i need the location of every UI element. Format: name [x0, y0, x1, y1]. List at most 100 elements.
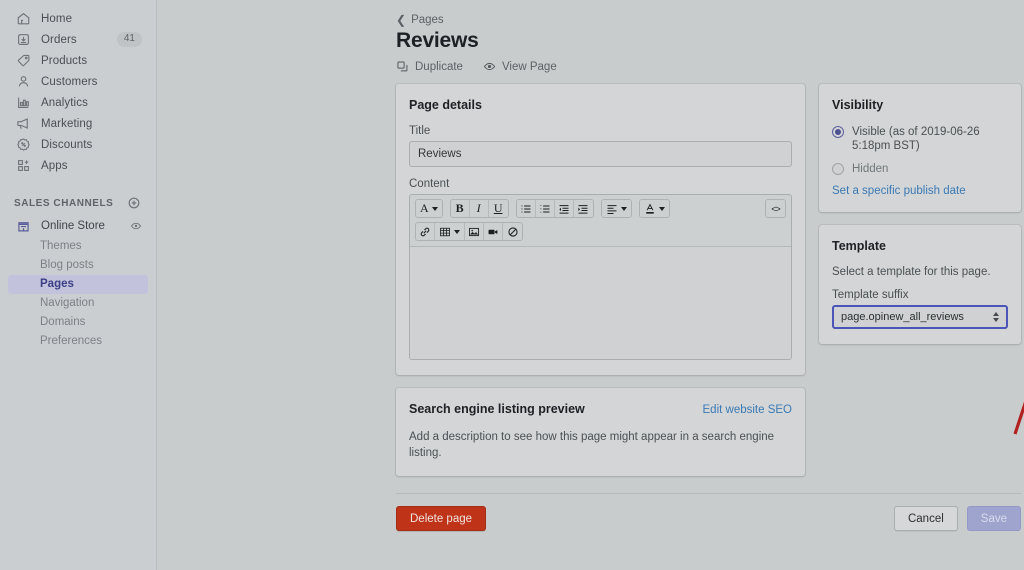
- sidebar-item-themes[interactable]: Themes: [8, 237, 148, 256]
- video-icon[interactable]: [484, 223, 503, 240]
- underline-icon[interactable]: U: [488, 200, 508, 217]
- page-layout: Page details Title Content: [396, 84, 1021, 489]
- radio-visible[interactable]: [832, 126, 844, 138]
- apps-grid-plus-icon: [14, 157, 32, 175]
- sidebar-item-domains[interactable]: Domains: [8, 313, 148, 332]
- sidebar-item-analytics[interactable]: Analytics: [8, 92, 148, 113]
- eye-icon[interactable]: [130, 220, 142, 232]
- edit-website-seo-link[interactable]: Edit website SEO: [703, 404, 792, 416]
- marketing-megaphone-icon: [14, 115, 32, 133]
- content-field-label: Content: [409, 178, 450, 190]
- italic-icon[interactable]: I: [469, 200, 489, 217]
- card-title: Template: [832, 239, 886, 253]
- sidebar-item-products[interactable]: Products: [8, 50, 148, 71]
- view-page-button[interactable]: View Page: [483, 60, 557, 73]
- sales-channels-section-header: SALES CHANNELS: [14, 194, 148, 212]
- page-details-card: Page details Title Content: [396, 84, 805, 375]
- font-family-A-icon[interactable]: A: [416, 200, 442, 217]
- breadcrumb[interactable]: ❮ Pages: [396, 14, 1021, 27]
- template-suffix-select-wrap: page.opinew_all_reviews: [832, 305, 1008, 329]
- content-field-block: Content A B I U <>: [409, 178, 792, 360]
- sidebar-item-label: Marketing: [41, 117, 93, 130]
- sidebar-item-preferences[interactable]: Preferences: [8, 332, 148, 351]
- seo-description: Add a description to see how this page m…: [409, 431, 775, 459]
- visibility-option-hidden[interactable]: Hidden: [832, 162, 1008, 176]
- sidebar-item-label: Customers: [41, 75, 98, 88]
- sidebar-item-marketing[interactable]: Marketing: [8, 113, 148, 134]
- card-title: Search engine listing preview: [409, 402, 585, 416]
- toolbar-group-lists: [515, 199, 594, 218]
- products-tag-icon: [14, 52, 32, 70]
- rich-text-editor[interactable]: A B I U <>: [409, 194, 792, 360]
- sidebar-item-label: Discounts: [41, 138, 93, 151]
- footer-right-actions: Cancel Save: [893, 506, 1021, 531]
- template-suffix-value: page.opinew_all_reviews: [841, 311, 964, 323]
- table-icon[interactable]: [435, 223, 465, 240]
- duplicate-button[interactable]: Duplicate: [396, 60, 463, 73]
- title-field-label: Title: [409, 125, 431, 137]
- toolbar-row-1: A B I U <>: [415, 199, 786, 218]
- toolbar-group-color: [638, 199, 670, 218]
- numbered-list-icon[interactable]: [535, 200, 555, 217]
- radio-label: Visible (as of 2019-06-26 5:18pm BST): [852, 126, 980, 152]
- sidebar-item-navigation[interactable]: Navigation: [8, 294, 148, 313]
- template-suffix-select[interactable]: page.opinew_all_reviews: [832, 305, 1008, 329]
- bulleted-list-icon[interactable]: [516, 200, 536, 217]
- eye-icon: [483, 60, 496, 73]
- storefront-icon: [14, 217, 32, 235]
- page-title: Reviews: [396, 29, 479, 52]
- page-footer-actions: Delete page Cancel Save: [396, 494, 1021, 531]
- primary-column: Page details Title Content: [396, 84, 805, 489]
- sidebar-item-customers[interactable]: Customers: [8, 71, 148, 92]
- customers-person-icon: [14, 73, 32, 91]
- secondary-column: Visibility Visible (as of 2019-06-26 5:1…: [819, 84, 1021, 357]
- editor-content-area[interactable]: [410, 247, 791, 359]
- indent-icon[interactable]: [573, 200, 593, 217]
- image-icon[interactable]: [465, 223, 484, 240]
- outdent-icon[interactable]: [554, 200, 574, 217]
- action-label: Duplicate: [415, 60, 463, 73]
- visibility-card: Visibility Visible (as of 2019-06-26 5:1…: [819, 84, 1021, 212]
- sidebar-item-discounts[interactable]: Discounts: [8, 134, 148, 155]
- toolbar-group-align: [600, 199, 632, 218]
- sidebar-item-label: Home: [41, 12, 73, 25]
- action-label: View Page: [501, 60, 557, 73]
- clear-formatting-icon[interactable]: [503, 223, 522, 240]
- toolbar-group-font: A: [415, 199, 443, 218]
- set-publish-date-link[interactable]: Set a specific publish date: [832, 185, 1008, 197]
- main-content-area: ❮ Pages Reviews Duplicate View Page Page…: [157, 0, 1024, 570]
- shopify-admin-window: Home Orders 41 Products Customers Analyt…: [0, 0, 1024, 570]
- sidebar-item-home[interactable]: Home: [8, 8, 148, 29]
- sidebar-item-pages[interactable]: Pages: [8, 275, 148, 294]
- text-color-icon[interactable]: [639, 200, 669, 217]
- duplicate-icon: [396, 60, 409, 73]
- sidebar-item-label: Orders: [41, 33, 77, 46]
- sidebar-item-label: Analytics: [41, 96, 88, 109]
- sidebar-item-apps[interactable]: Apps: [8, 155, 148, 176]
- cancel-button[interactable]: Cancel: [893, 506, 958, 531]
- radio-label: Hidden: [852, 163, 889, 175]
- plus-circle-icon[interactable]: [128, 197, 148, 209]
- seo-preview-card: Search engine listing preview Edit websi…: [396, 388, 805, 476]
- seo-card-header: Search engine listing preview Edit websi…: [409, 402, 792, 416]
- select-stepper-icon: [993, 312, 999, 322]
- toolbar-row-2: [415, 222, 786, 241]
- align-icon[interactable]: [601, 200, 631, 217]
- code-view-icon[interactable]: <>: [766, 200, 785, 217]
- radio-hidden[interactable]: [832, 163, 844, 175]
- sidebar-item-blog-posts[interactable]: Blog posts: [8, 256, 148, 275]
- title-input[interactable]: [409, 141, 792, 167]
- template-suffix-label: Template suffix: [832, 289, 909, 301]
- sidebar-item-orders[interactable]: Orders 41: [8, 29, 148, 50]
- template-card: Template Select a template for this page…: [819, 225, 1021, 344]
- sidebar-item-label: Products: [41, 54, 88, 67]
- page-action-row: Duplicate View Page: [396, 60, 1021, 73]
- template-help-text: Select a template for this page.: [832, 266, 991, 278]
- link-icon[interactable]: [416, 223, 435, 240]
- bold-icon[interactable]: B: [450, 200, 470, 217]
- visibility-option-visible[interactable]: Visible (as of 2019-06-26 5:18pm BST): [832, 125, 1008, 153]
- home-icon: [14, 10, 32, 28]
- delete-page-button[interactable]: Delete page: [396, 506, 487, 531]
- sidebar-item-online-store[interactable]: Online Store: [8, 215, 148, 237]
- title-field-block: Title: [409, 125, 792, 167]
